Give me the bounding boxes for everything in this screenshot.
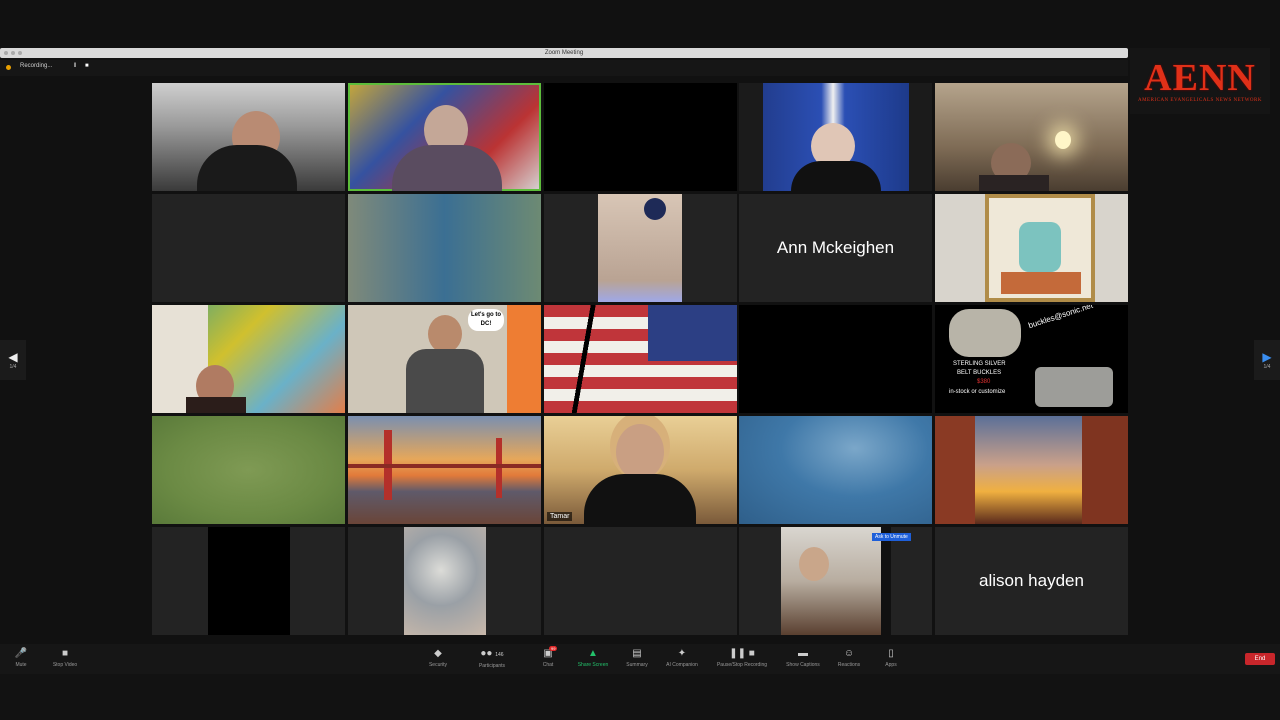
video-tile-tamar[interactable]: Tamar	[544, 416, 737, 524]
pause-recording-label: Pause/Stop Recording	[716, 662, 768, 668]
shield-icon: ◆	[434, 648, 442, 659]
ai-companion-button[interactable]: ✦ AI Companion	[655, 648, 709, 668]
video-tile[interactable]	[935, 83, 1128, 191]
mute-label: Mute	[15, 662, 27, 668]
video-tile[interactable]	[739, 416, 932, 524]
chat-label: Chat	[542, 662, 554, 668]
chat-unread-badge: 99	[549, 646, 558, 651]
buckle-line1: STERLING SILVER	[953, 361, 1006, 367]
meeting-toolbar: 🎤 Mute ■ Stop Video ◆ Security ●● 146 Pa…	[0, 644, 1280, 674]
stop-video-label: Stop Video	[52, 662, 78, 668]
pause-recording-button[interactable]: ❚❚ ■ Pause/Stop Recording	[715, 648, 769, 668]
speech-bubble-sign: Let's go to DC!	[468, 309, 504, 331]
stop-recording-icon[interactable]: ■	[85, 63, 89, 69]
pause-stop-icon: ❚❚ ■	[729, 648, 755, 659]
video-tile[interactable]	[935, 194, 1128, 302]
recording-label: Recording...	[20, 63, 53, 69]
prev-page-indicator: 1/4	[9, 364, 17, 370]
ask-to-unmute-button[interactable]: Ask to Unmute	[872, 533, 911, 541]
video-tile[interactable]	[544, 194, 737, 302]
video-tile[interactable]	[739, 83, 932, 191]
window-titlebar: Zoom Meeting	[0, 48, 1128, 58]
buckle-line2: BELT BUCKLES	[957, 370, 1002, 376]
logo-text: AENN	[1144, 56, 1256, 99]
reactions-label: Reactions	[837, 662, 861, 668]
buckle-price: $380	[977, 379, 991, 385]
participant-name-tag: Tamar	[547, 512, 573, 521]
video-tile[interactable]	[348, 527, 541, 635]
video-camera-icon: ■	[61, 648, 69, 659]
video-tile[interactable]	[152, 527, 345, 635]
pause-recording-icon[interactable]: ‖	[74, 63, 76, 69]
sparkle-icon: ✦	[677, 648, 687, 659]
logo-subtitle: AMERICAN EVANGELICALS NEWS NETWORK	[1138, 97, 1262, 103]
window-title: Zoom Meeting	[544, 50, 584, 56]
zoom-meeting-window: Zoom Meeting Recording... ‖ ■ AENN AMERI…	[0, 0, 1280, 720]
security-button[interactable]: ◆ Security	[411, 648, 465, 668]
participants-count: 146	[495, 652, 504, 658]
video-tile[interactable]	[739, 305, 932, 413]
apps-button[interactable]: ▯ Apps	[864, 648, 918, 668]
video-tile[interactable]	[152, 83, 345, 191]
stop-video-button[interactable]: ■ Stop Video	[38, 648, 92, 668]
prev-page-button[interactable]: ◀ 1/4	[0, 340, 26, 380]
video-tile[interactable]: Let's go to DC!	[348, 305, 541, 413]
video-tile[interactable]	[544, 527, 737, 635]
video-tile[interactable]	[739, 527, 932, 635]
summary-icon: ▤	[632, 648, 642, 659]
participants-label: Participants	[478, 663, 506, 669]
recording-bar: Recording... ‖ ■	[0, 60, 1128, 76]
chevron-left-icon: ◀	[8, 350, 18, 364]
participants-button[interactable]: ●● 146 Participants	[465, 648, 519, 669]
microphone-icon: 🎤	[14, 648, 28, 659]
video-tile[interactable]	[152, 416, 345, 524]
video-tile-buckle-ad[interactable]: buckles@sonic.net STERLING SILVER BELT B…	[935, 305, 1128, 413]
reactions-icon: ☺	[843, 648, 855, 659]
apps-icon: ▯	[888, 648, 894, 659]
recording-indicator-icon	[6, 65, 11, 70]
participant-tile-ann-mckeighen[interactable]: Ann Mckeighen	[739, 194, 932, 302]
captions-icon: ▬	[798, 648, 808, 659]
participant-name: alison hayden	[979, 571, 1084, 590]
video-tile[interactable]	[152, 194, 345, 302]
video-tile[interactable]	[544, 83, 737, 191]
participant-name: Ann Mckeighen	[776, 238, 895, 257]
buckle-email: buckles@sonic.net	[1027, 305, 1095, 331]
apps-label: Apps	[885, 662, 897, 668]
video-gallery: Ann Mckeighen Let's go to DC! buckles@so…	[152, 83, 1129, 638]
chevron-right-icon: ▶	[1262, 350, 1272, 364]
buckle-line3: in-stock or customize	[949, 389, 1006, 395]
share-screen-label: Share Screen	[577, 662, 609, 668]
video-tile-canyon[interactable]	[935, 416, 1128, 524]
video-tile-bridge[interactable]	[348, 416, 541, 524]
show-captions-label: Show Captions	[786, 662, 820, 668]
video-tile-flag[interactable]	[544, 305, 737, 413]
share-screen-icon: ▲	[588, 648, 598, 659]
background-band	[0, 674, 1280, 720]
ai-companion-label: AI Companion	[666, 662, 698, 668]
participant-tile-alison-hayden[interactable]: alison hayden	[935, 527, 1128, 635]
end-meeting-button[interactable]: End	[1245, 653, 1275, 665]
summary-label: Summary	[626, 662, 648, 668]
security-label: Security	[428, 662, 448, 668]
next-page-indicator: 1/4	[1263, 364, 1271, 370]
next-page-button[interactable]: ▶ 1/4	[1254, 340, 1280, 380]
video-tile[interactable]	[348, 194, 541, 302]
aenn-logo: AENN AMERICAN EVANGELICALS NEWS NETWORK	[1130, 48, 1270, 114]
video-tile-active-speaker[interactable]	[348, 83, 541, 191]
video-tile[interactable]	[152, 305, 345, 413]
participants-icon: ●● 146	[480, 648, 504, 659]
